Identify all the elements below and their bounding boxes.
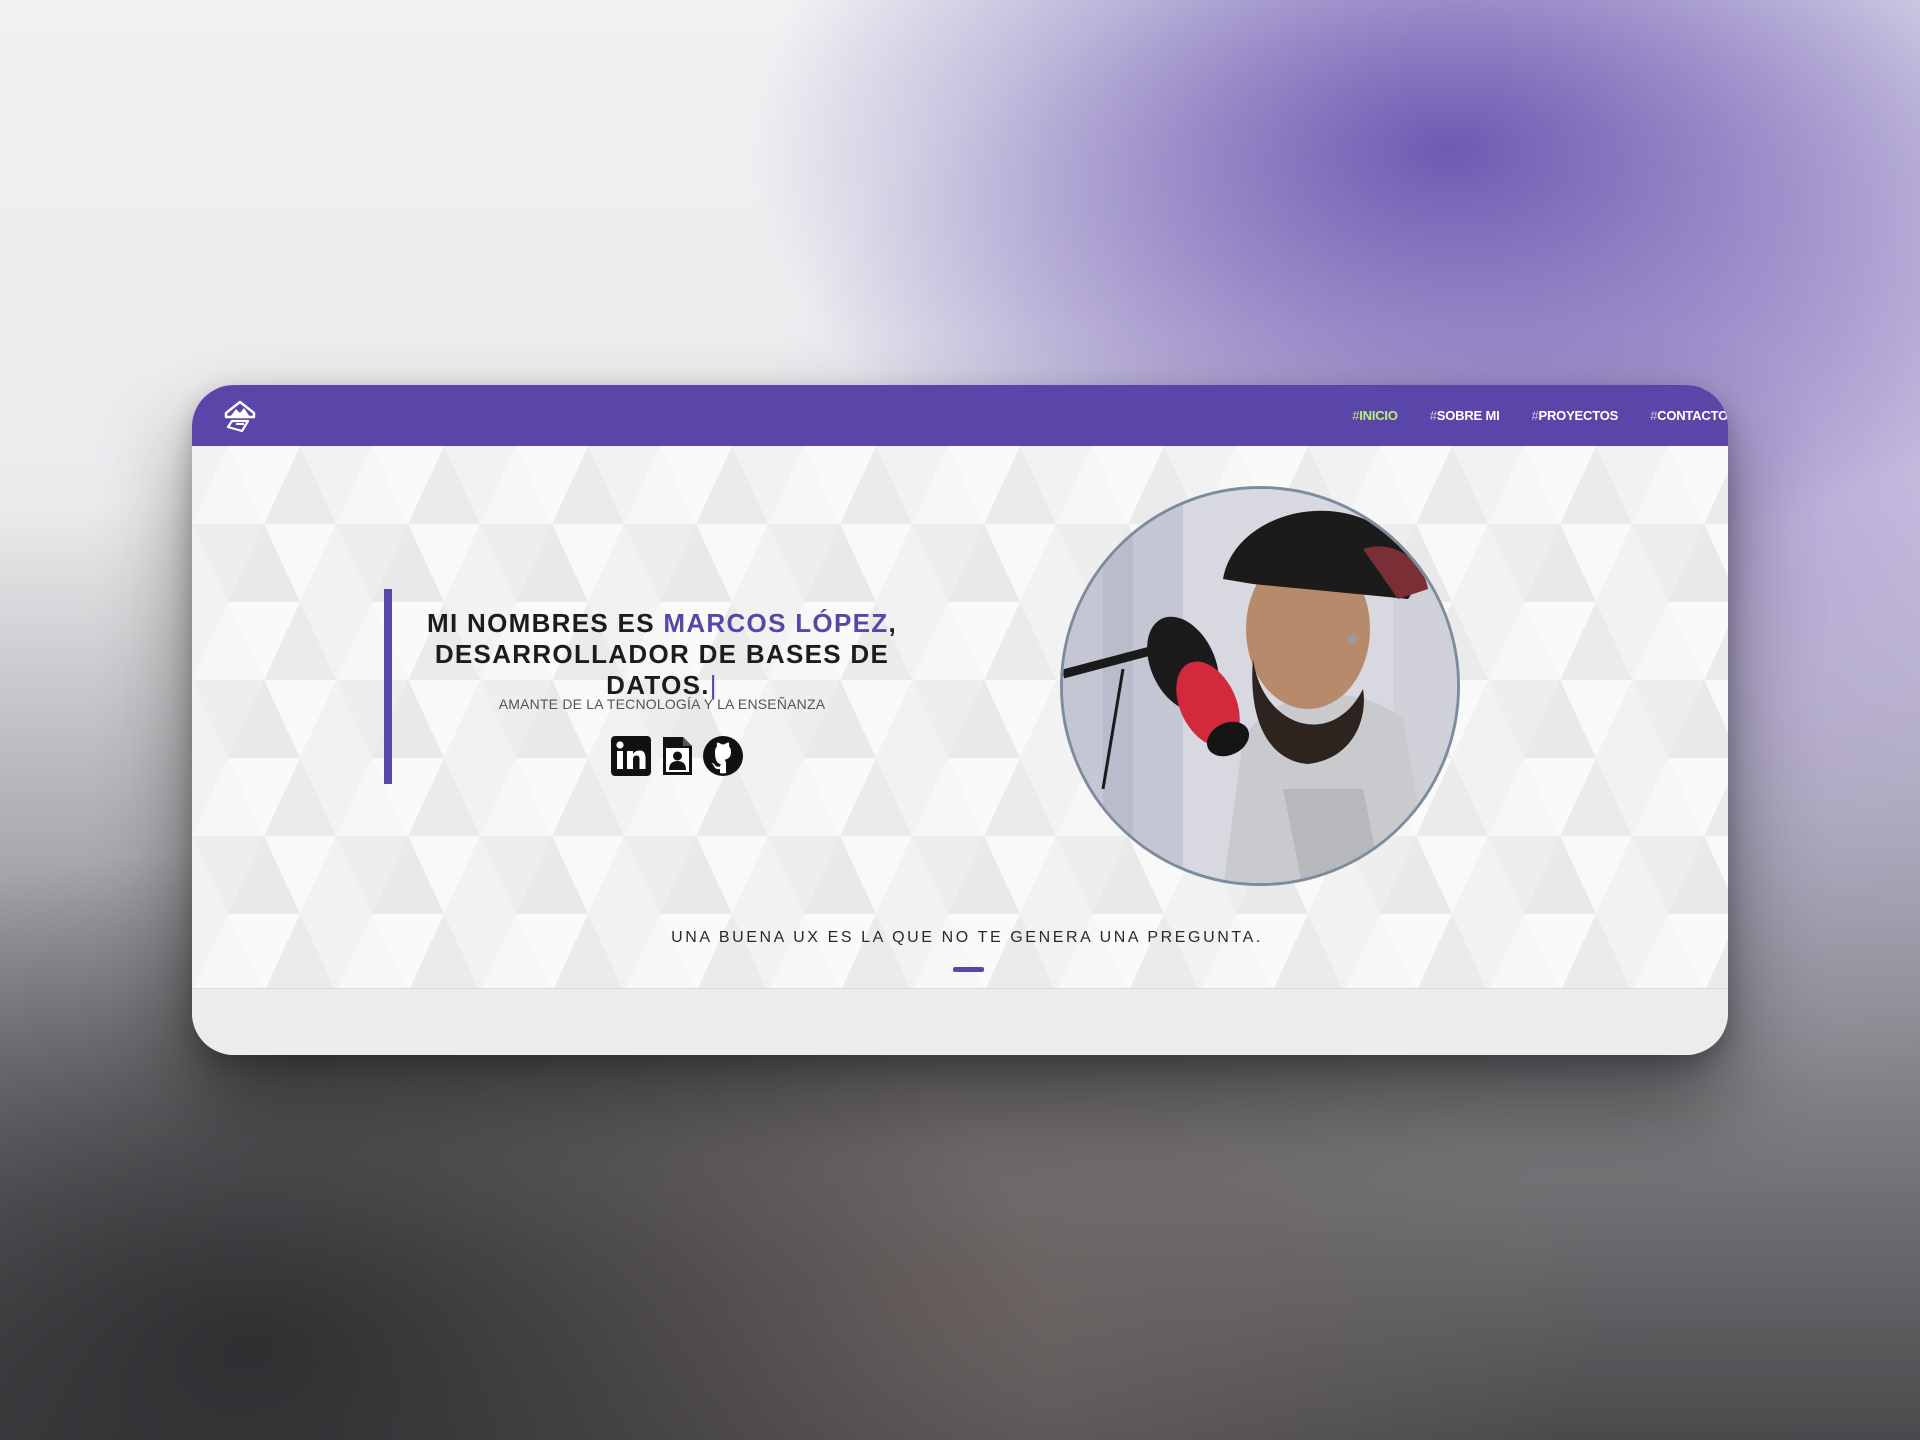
nav-link-contacto[interactable]: #CONTACTO xyxy=(1650,408,1728,423)
hero-quote: UNA BUENA UX ES LA QUE NO TE GENERA UNA … xyxy=(671,929,1263,946)
linkedin-icon[interactable] xyxy=(610,735,652,777)
headline-accent-bar xyxy=(384,589,392,784)
nav-link-proyectos[interactable]: #PROYECTOS xyxy=(1531,408,1618,423)
headline-prefix: MI NOMBRES ES xyxy=(427,608,664,638)
nav-link-inicio[interactable]: #INICIO xyxy=(1352,408,1398,423)
quote-underline xyxy=(953,967,984,972)
navbar: #INICIO #SOBRE MI #PROYECTOS #CONTACTO xyxy=(192,385,1728,446)
website-mockup: #INICIO #SOBRE MI #PROYECTOS #CONTACTO M… xyxy=(192,385,1728,1055)
resume-contact-icon[interactable] xyxy=(656,735,698,777)
profile-photo xyxy=(1060,486,1460,886)
nav-link-sobre-mi[interactable]: #SOBRE MI xyxy=(1430,408,1500,423)
hero-headline: MI NOMBRES ES MARCOS LÓPEZ, DESARROLLADO… xyxy=(402,608,922,701)
hero-tagline: AMANTE DE LA TECNOLOGÍA Y LA ENSEÑANZA xyxy=(498,696,826,712)
mountain-house-logo-icon[interactable] xyxy=(222,397,258,435)
hero-section: MI NOMBRES ES MARCOS LÓPEZ, DESARROLLADO… xyxy=(192,446,1728,988)
triangle-pattern-background xyxy=(192,446,1728,988)
headline-role: DESARROLLADOR DE BASES DE DATOS. xyxy=(434,639,890,700)
next-section-strip xyxy=(192,988,1728,1055)
headline-comma: , xyxy=(888,608,897,638)
social-links xyxy=(610,735,744,777)
main-nav: #INICIO #SOBRE MI #PROYECTOS #CONTACTO xyxy=(1320,385,1728,446)
github-icon[interactable] xyxy=(702,735,744,777)
headline-name: MARCOS LÓPEZ xyxy=(663,608,889,638)
